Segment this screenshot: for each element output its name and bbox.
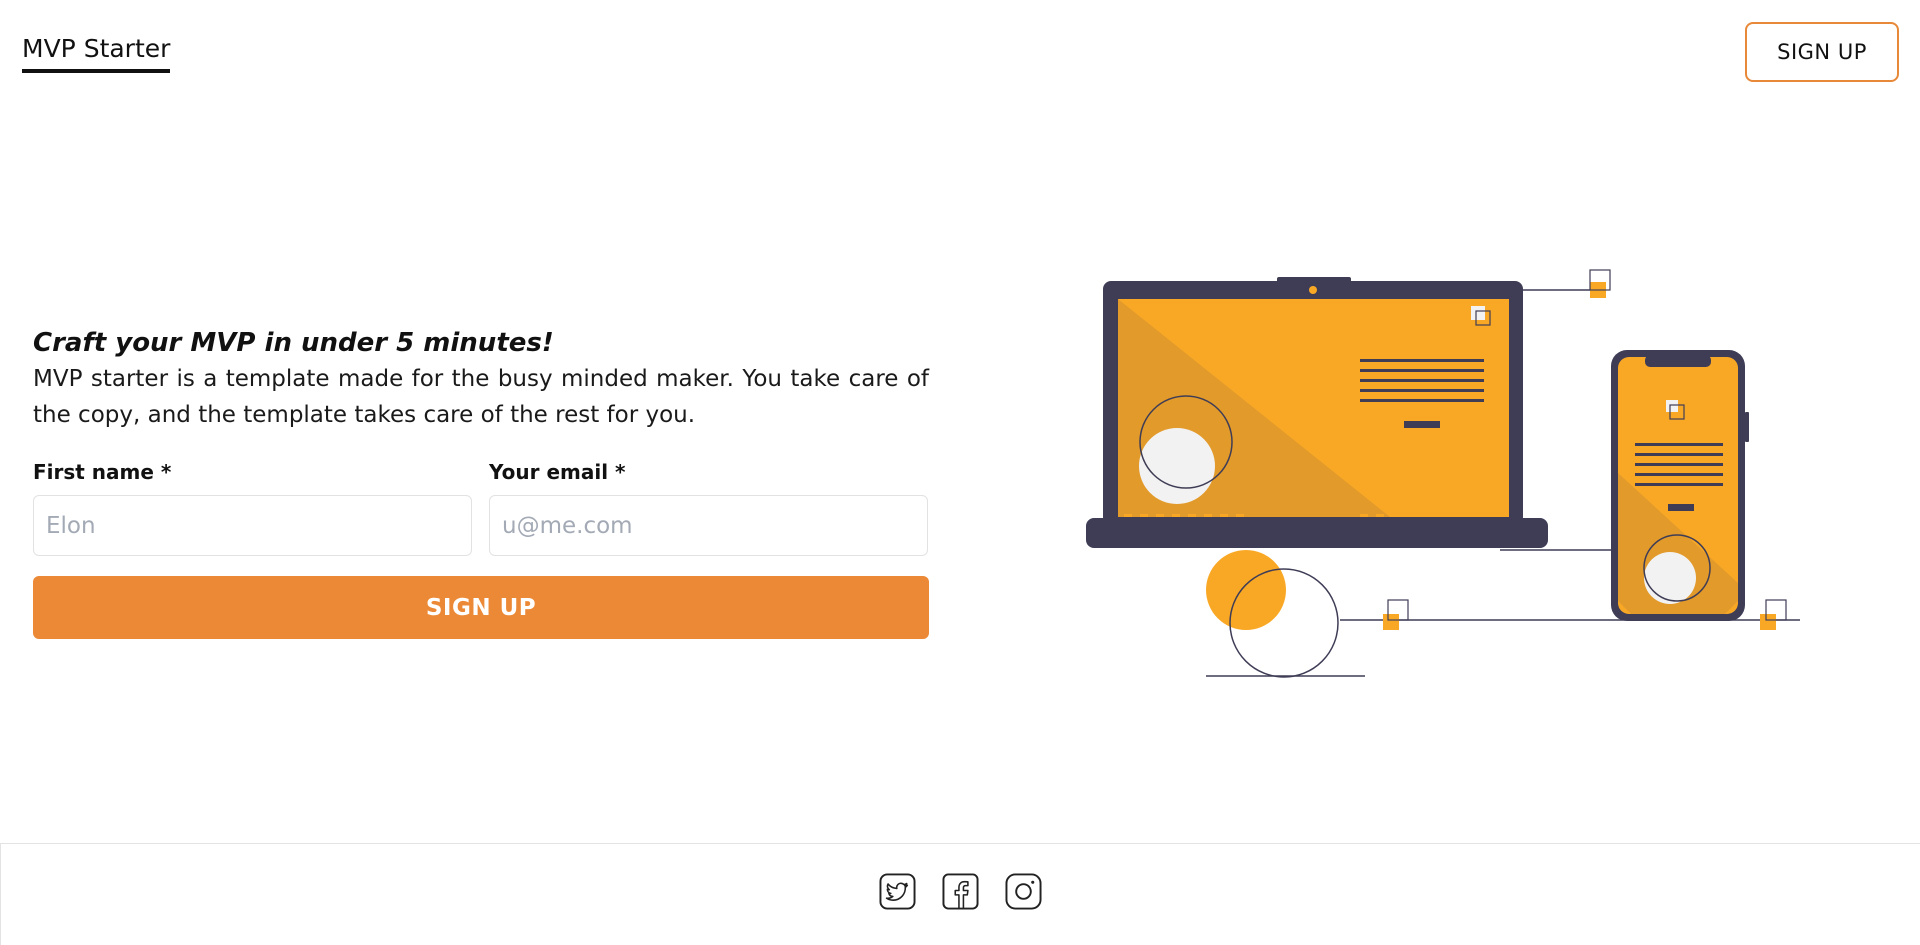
header-signup-button[interactable]: SIGN UP: [1745, 22, 1899, 82]
site-footer: [0, 843, 1920, 945]
email-input[interactable]: [489, 495, 928, 556]
phone-icon: [1611, 350, 1749, 621]
social-links: [879, 873, 1042, 910]
first-name-input[interactable]: [33, 495, 472, 556]
form-signup-button[interactable]: SIGN UP: [33, 576, 929, 639]
laptop-icon: [1086, 277, 1548, 548]
hero-title: Craft your MVP in under 5 minutes!: [33, 328, 554, 358]
first-name-field-group: First name *: [33, 459, 472, 556]
email-field-group: Your email *: [489, 459, 928, 556]
hero-description: MVP starter is a template made for the b…: [33, 366, 929, 428]
devices-illustration: [1086, 269, 1800, 678]
email-label: Your email *: [489, 460, 626, 484]
site-header: MVP Starter SIGN UP: [0, 0, 1920, 110]
facebook-icon[interactable]: [942, 873, 979, 910]
instagram-icon[interactable]: [1005, 873, 1042, 910]
signup-form: First name * Your email *: [33, 459, 929, 569]
brand-logo-link[interactable]: MVP Starter: [22, 33, 171, 73]
hero-section: Craft your MVP in under 5 minutes! MVP s…: [33, 325, 929, 639]
twitter-icon[interactable]: [879, 873, 916, 910]
first-name-label: First name *: [33, 460, 172, 484]
decorative-circle-icon: [1206, 550, 1286, 630]
